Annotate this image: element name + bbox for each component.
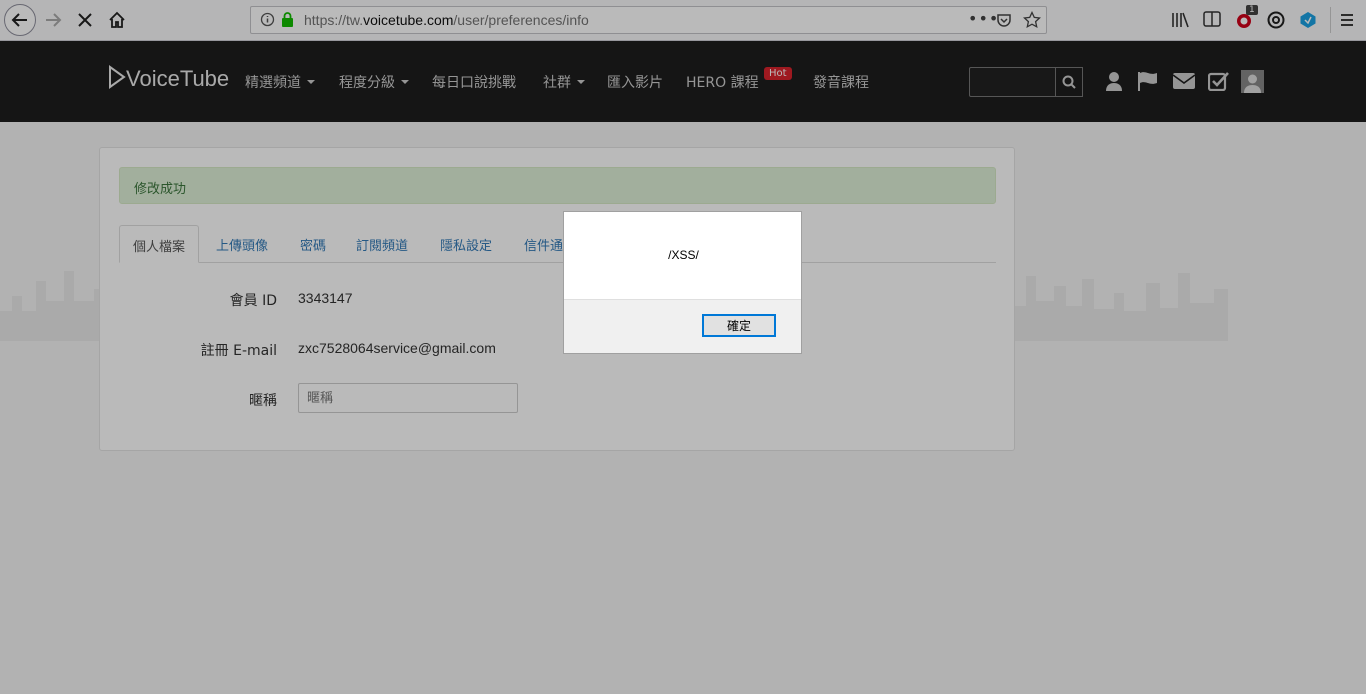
ok-button[interactable]: 確定 — [702, 314, 776, 337]
alert-dialog: /XSS/ 確定 — [563, 211, 802, 354]
dialog-footer: 確定 — [564, 299, 801, 353]
alert-message: /XSS/ — [668, 248, 699, 262]
